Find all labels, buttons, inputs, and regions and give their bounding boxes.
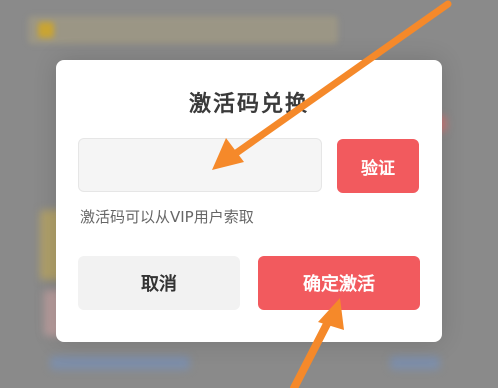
verify-button[interactable]: 验证 xyxy=(337,139,419,193)
banner-icon xyxy=(38,22,54,38)
background-banner xyxy=(28,16,338,44)
activation-dialog: 激活码兑换 验证 激活码可以从VIP用户索取 取消 确定激活 xyxy=(56,60,442,342)
confirm-activate-button[interactable]: 确定激活 xyxy=(258,256,420,310)
background-link xyxy=(390,356,440,370)
dialog-title: 激活码兑换 xyxy=(188,92,309,117)
activation-code-input[interactable] xyxy=(78,138,322,192)
background-link xyxy=(50,356,190,370)
activation-hint: 激活码可以从VIP用户索取 xyxy=(80,208,254,226)
cancel-button[interactable]: 取消 xyxy=(78,256,240,310)
